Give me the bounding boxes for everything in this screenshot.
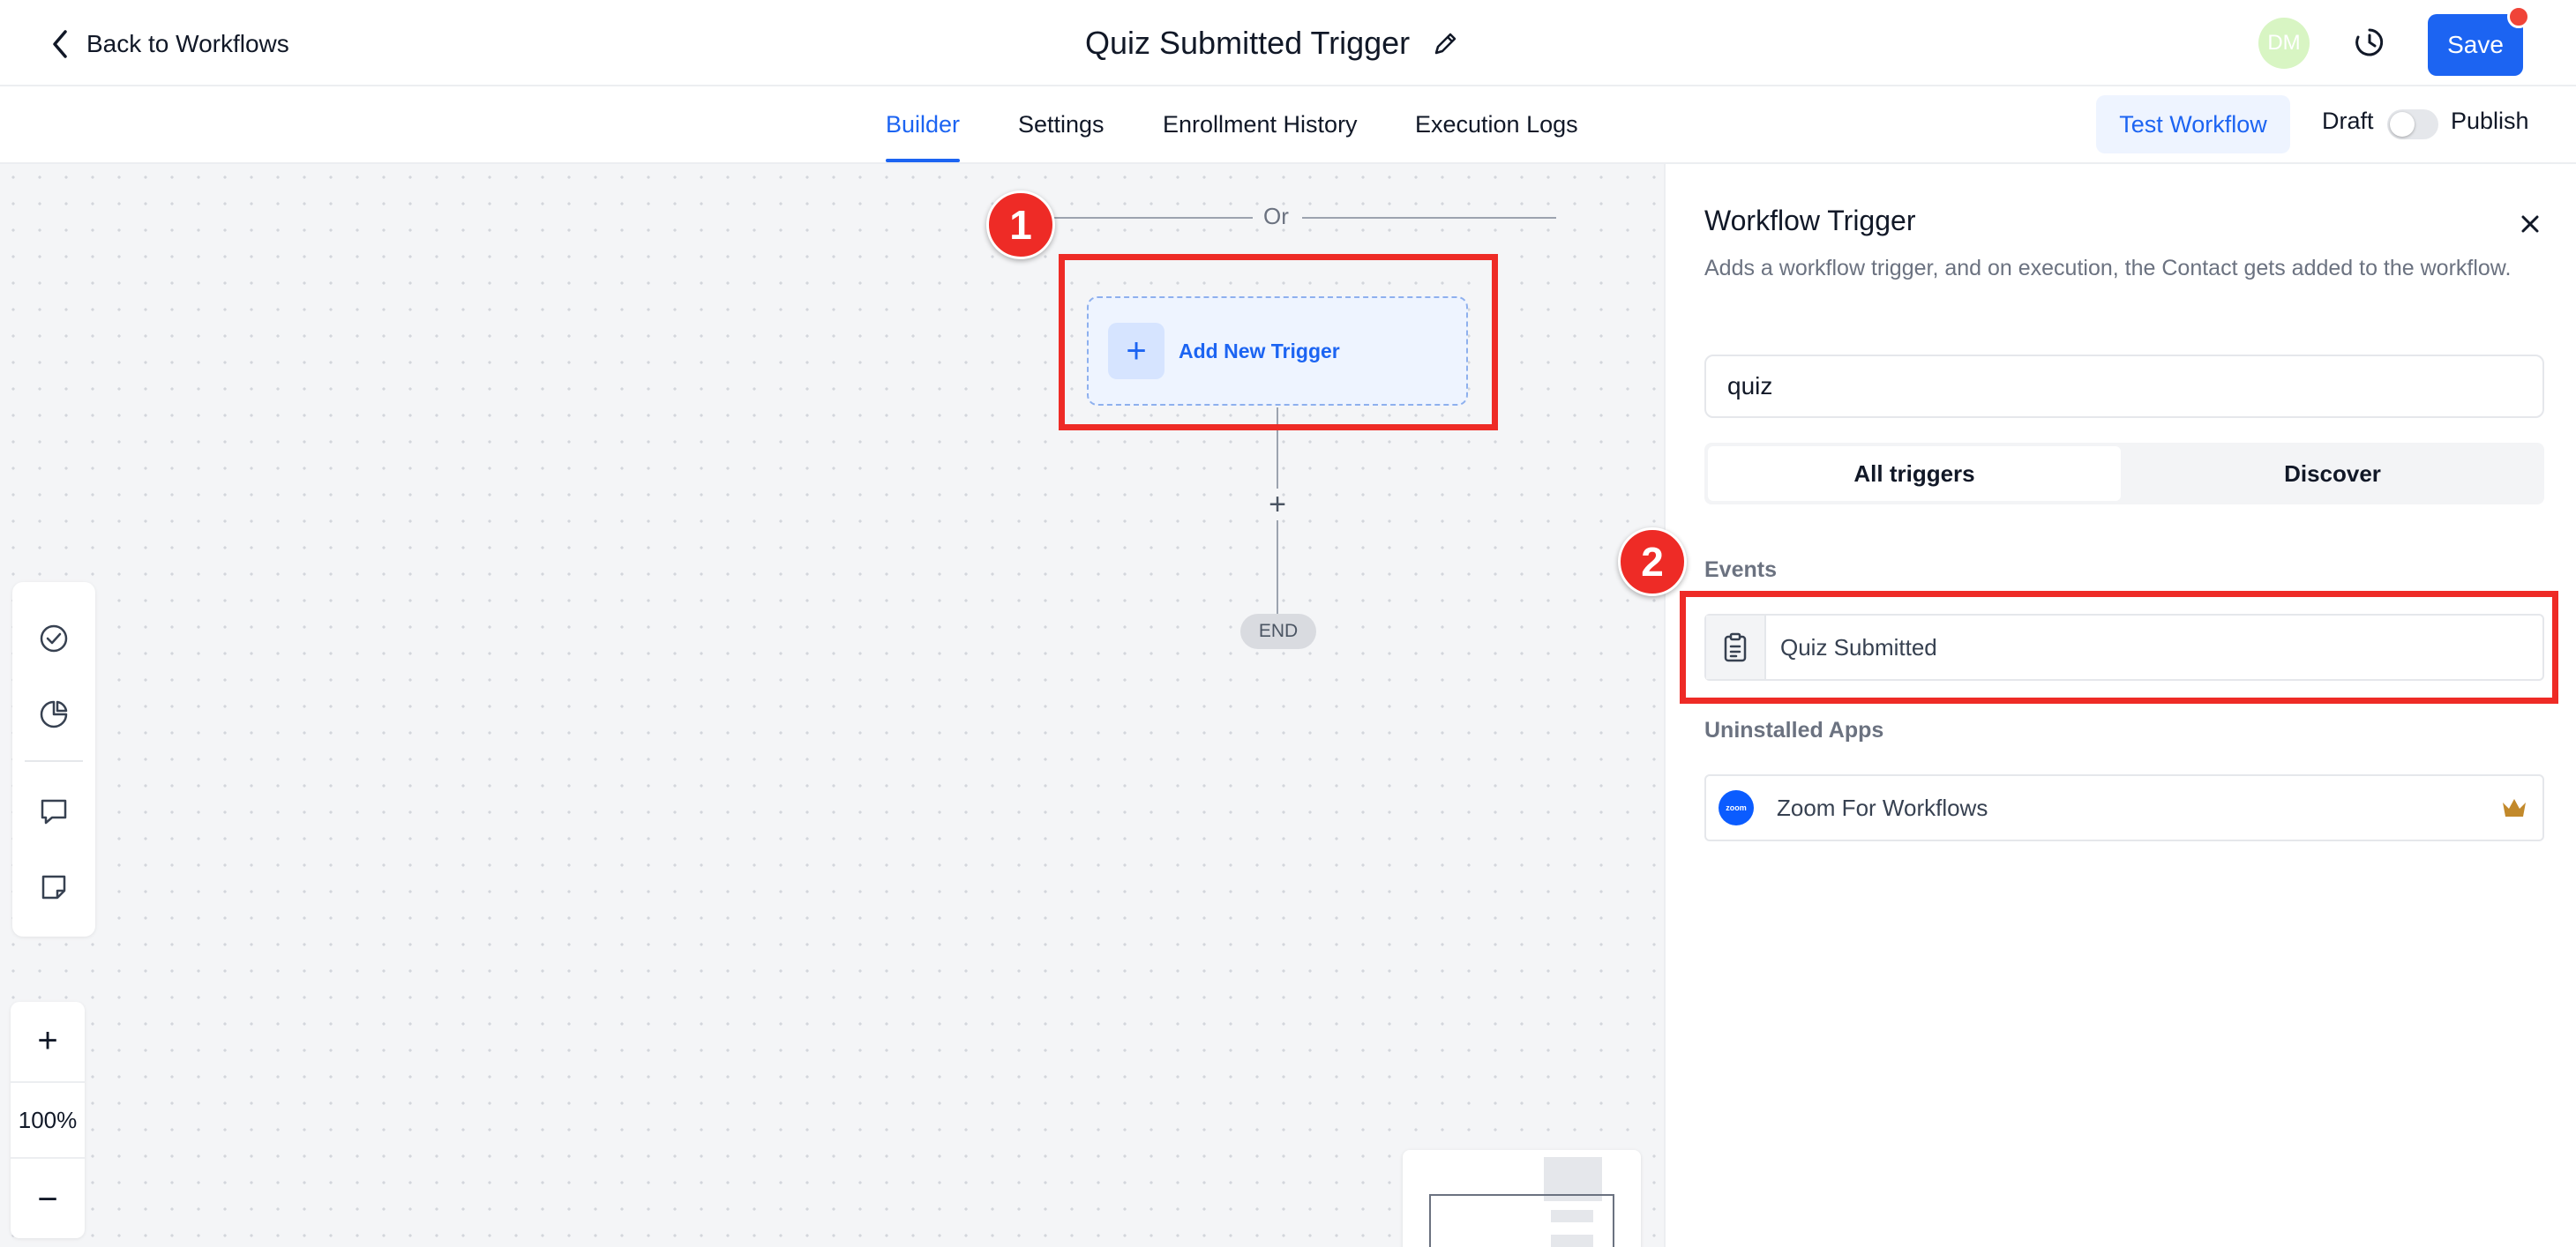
clipboard-icon bbox=[1706, 616, 1766, 679]
publish-toggle[interactable] bbox=[2387, 109, 2438, 139]
or-divider-left bbox=[1045, 217, 1253, 219]
plus-icon: + bbox=[1108, 323, 1164, 379]
zoom-controls: + 100% − bbox=[11, 1002, 85, 1238]
app-zoom-for-workflows[interactable]: zoom Zoom For Workflows bbox=[1704, 774, 2544, 841]
close-icon[interactable] bbox=[2516, 210, 2544, 238]
top-header: Back to Workflows Quiz Submitted Trigger… bbox=[0, 0, 2576, 86]
tab-settings[interactable]: Settings bbox=[1018, 86, 1105, 162]
tool-sticky-note[interactable] bbox=[36, 870, 71, 905]
trigger-segment-control: All triggers Discover bbox=[1704, 443, 2544, 504]
segment-discover[interactable]: Discover bbox=[2124, 446, 2541, 501]
tool-validate[interactable] bbox=[36, 621, 71, 656]
workflow-title: Quiz Submitted Trigger bbox=[1085, 25, 1411, 61]
or-divider-right bbox=[1302, 217, 1556, 219]
sticky-note-icon bbox=[41, 875, 66, 900]
tab-execution-logs[interactable]: Execution Logs bbox=[1415, 86, 1578, 162]
trigger-search-input[interactable] bbox=[1704, 355, 2544, 418]
zoom-out-button[interactable]: − bbox=[11, 1161, 85, 1238]
comment-icon bbox=[41, 799, 67, 825]
event-quiz-submitted[interactable]: Quiz Submitted bbox=[1704, 614, 2544, 681]
panel-title: Workflow Trigger bbox=[1704, 205, 1916, 236]
workflow-canvas[interactable]: Or + Add New Trigger + END + 100% − 1 bbox=[0, 164, 1664, 1247]
test-workflow-button[interactable]: Test Workflow bbox=[2096, 95, 2290, 153]
minimap[interactable] bbox=[1403, 1150, 1641, 1247]
unsaved-indicator-dot bbox=[2507, 5, 2530, 28]
tool-comments[interactable] bbox=[36, 794, 71, 829]
events-section-label: Events bbox=[1704, 557, 1777, 582]
segment-all-triggers[interactable]: All triggers bbox=[1708, 446, 2121, 501]
crown-icon bbox=[2503, 799, 2526, 817]
zoom-level: 100% bbox=[11, 1081, 85, 1159]
check-circle-icon bbox=[40, 624, 68, 653]
annotation-badge-2: 2 bbox=[1618, 527, 1687, 596]
pencil-icon[interactable] bbox=[1431, 28, 1461, 58]
back-to-workflows-link[interactable]: Back to Workflows bbox=[49, 25, 289, 63]
tab-builder[interactable]: Builder bbox=[886, 86, 961, 162]
tool-stats[interactable] bbox=[36, 697, 71, 732]
tools-divider bbox=[25, 760, 83, 762]
end-node: END bbox=[1240, 614, 1316, 649]
panel-description: Adds a workflow trigger, and on executio… bbox=[1704, 256, 2512, 280]
event-label: Quiz Submitted bbox=[1780, 633, 1937, 661]
minimap-node bbox=[1551, 1235, 1593, 1247]
title-group: Quiz Submitted Trigger bbox=[1085, 21, 1461, 65]
canvas-tools-panel bbox=[12, 582, 95, 937]
avatar[interactable]: DM bbox=[2258, 18, 2310, 69]
uninstalled-apps-section-label: Uninstalled Apps bbox=[1704, 718, 1884, 743]
connector-line bbox=[1277, 407, 1278, 489]
chevron-left-icon bbox=[53, 30, 67, 58]
connector-line bbox=[1277, 520, 1278, 614]
annotation-badge-1: 1 bbox=[986, 190, 1055, 259]
workflow-trigger-panel: Workflow Trigger Adds a workflow trigger… bbox=[1618, 164, 2576, 1247]
zoom-in-button[interactable]: + bbox=[11, 1002, 85, 1079]
add-new-trigger-card[interactable]: + Add New Trigger bbox=[1087, 296, 1468, 406]
add-trigger-label: Add New Trigger bbox=[1179, 339, 1340, 362]
or-label: Or bbox=[1263, 203, 1289, 229]
app-label: Zoom For Workflows bbox=[1777, 794, 1988, 821]
zoom-logo-icon: zoom bbox=[1719, 790, 1754, 825]
tab-enrollment-history[interactable]: Enrollment History bbox=[1163, 86, 1358, 162]
back-label: Back to Workflows bbox=[86, 30, 289, 57]
publish-label: Publish bbox=[2451, 108, 2529, 134]
history-icon[interactable] bbox=[2352, 25, 2387, 60]
pie-chart-icon bbox=[40, 700, 68, 728]
minimap-node bbox=[1551, 1210, 1593, 1222]
tab-bar: Builder Settings Enrollment History Exec… bbox=[0, 86, 2576, 164]
add-step-plus-icon[interactable]: + bbox=[1262, 488, 1293, 521]
toggle-knob bbox=[2390, 112, 2415, 137]
draft-label: Draft bbox=[2322, 108, 2374, 134]
